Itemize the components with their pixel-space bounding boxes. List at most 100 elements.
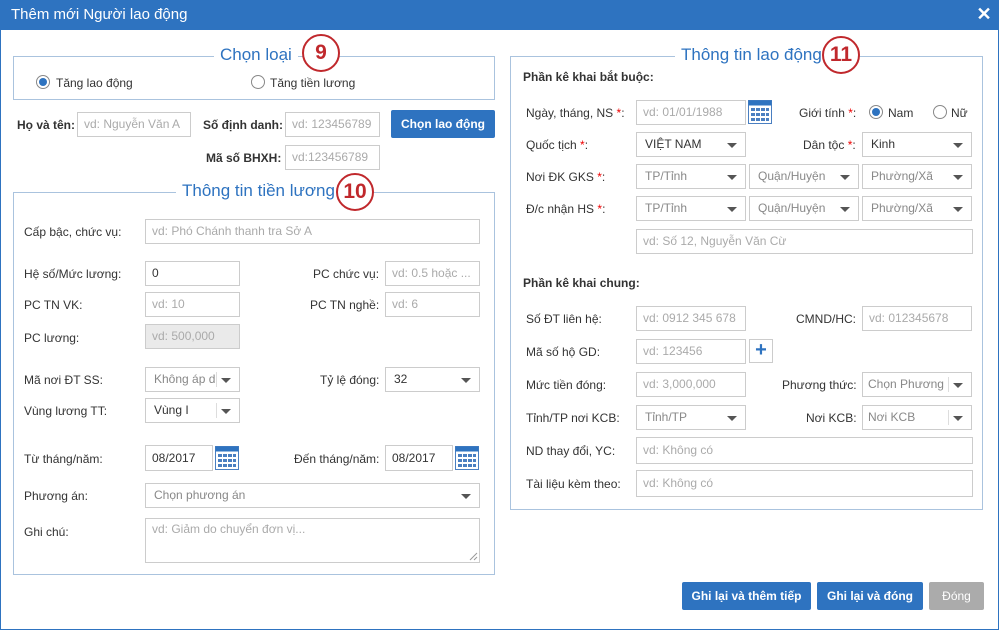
add-household-icon[interactable]: + [749,339,773,363]
pc-tn-nghe-label: PC TN nghề: [310,298,380,312]
dob-input[interactable]: vd: 01/01/1988 [636,100,746,125]
name-input[interactable]: vd: Nguyễn Văn A [77,112,191,137]
ma-noi-select[interactable]: Không áp d [145,367,240,392]
phone-input[interactable]: vd: 0912 345 678 [636,306,746,331]
docs-label: Tài liệu kèm theo: [526,477,621,491]
from-input[interactable]: 08/2017 [145,445,213,471]
gks-district-select[interactable]: Quận/Huyện [749,164,859,189]
radio-tang-lao-dong[interactable] [36,75,50,89]
pc-chuc-vu-input[interactable]: vd: 0.5 hoặc ... [385,261,480,286]
chevron-down-icon [461,494,471,499]
from-label: Từ tháng/năm: [24,452,103,466]
close-button[interactable]: Đóng [929,582,984,610]
gks-district-value: Quận/Huyện [758,169,826,183]
addr-ward-select[interactable]: Phường/Xã [862,196,972,221]
ethnic-select[interactable]: Kinh [862,132,972,157]
gks-label-text: Nơi ĐK GKS [526,170,594,184]
rate-value: 32 [394,372,408,386]
kcb-province-select[interactable]: Tỉnh/TP [636,405,746,430]
gks-ward-select[interactable]: Phường/Xã [862,164,972,189]
rank-label: Cấp bậc, chức vụ: [24,225,122,239]
rank-input[interactable]: vd: Phó Chánh thanh tra Sở A [145,219,480,244]
amount-input[interactable]: vd: 3,000,000 [636,372,746,397]
chevron-down-icon [953,416,963,421]
street-input[interactable]: vd: Số 12, Nguyễn Văn Cừ [636,229,973,254]
resize-handle-icon[interactable] [466,549,478,561]
radio-tang-tien-luong[interactable] [251,75,265,89]
method-value: Chọn Phương [868,377,944,391]
change-label: ND thay đổi, YC: [526,444,616,458]
kcb-value: Nơi KCB [868,410,916,424]
name-label: Họ và tên: [17,118,76,132]
rate-label: Tỷ lệ đóng: [320,373,380,387]
chevron-down-icon [221,378,231,383]
coef-label: Hệ số/Mức lương: [24,267,122,281]
mandatory-heading: Phần kê khai bắt buộc: [523,70,654,84]
note-textarea[interactable]: vd: Giảm do chuyển đơn vị... [145,518,480,563]
pc-tn-nghe-input[interactable]: vd: 6 [385,292,480,317]
kcb-select[interactable]: Nơi KCB [862,405,972,430]
save-and-next-button[interactable]: Ghi lại và thêm tiếp [682,582,811,610]
kcb-label: Nơi KCB: [806,411,857,425]
addr-district-select[interactable]: Quận/Huyện [749,196,859,221]
to-input[interactable]: 08/2017 [385,445,453,471]
gender-label-text: Giới tính [799,106,845,120]
method-select[interactable]: Chọn Phương [862,372,972,397]
bhxh-label: Mã số BHXH: [206,151,282,165]
chevron-down-icon [953,207,963,212]
id-input[interactable]: vd: 123456789 [285,112,380,137]
docs-input[interactable]: vd: Không có [636,470,973,497]
chevron-down-icon [953,175,963,180]
note-placeholder: vd: Giảm do chuyển đơn vị... [152,522,306,536]
choose-labor-button[interactable]: Chọn lao động [391,110,495,138]
save-and-close-button[interactable]: Ghi lại và đóng [817,582,923,610]
chevron-down-icon [953,383,963,388]
kcb-province-label: Tỉnh/TP nơi KCB: [526,411,620,425]
pc-tnvk-input[interactable]: vd: 10 [145,292,240,317]
callout-11: 11 [822,36,860,74]
bhxh-input[interactable]: vd:123456789 [285,145,380,170]
chevron-down-icon [727,175,737,180]
radio-tang-lao-dong-label: Tăng lao động [56,76,133,90]
household-input[interactable]: vd: 123456 [636,339,746,364]
chevron-down-icon [461,378,471,383]
addr-province-value: TP/Tỉnh [645,201,688,215]
gks-province-select[interactable]: TP/Tỉnh [636,164,746,189]
salary-legend: Thông tin tiền lương [176,181,341,201]
cmnd-label: CMND/HC: [796,312,856,326]
gks-label: Nơi ĐK GKS *: [526,170,606,184]
phone-label: Số ĐT liên hệ: [526,312,602,326]
change-input[interactable]: vd: Không có [636,437,973,464]
dob-label: Ngày, tháng, NS *: [526,106,625,120]
kcb-province-value: Tỉnh/TP [645,410,688,424]
plan-select[interactable]: Chọn phương án [145,483,480,508]
callout-10: 10 [336,173,374,211]
labor-legend: Thông tin lao động [675,45,828,65]
gks-province-value: TP/Tỉnh [645,169,688,183]
callout-9: 9 [302,34,340,72]
coef-input[interactable]: 0 [145,261,240,286]
nation-label: Quốc tịch *: [526,138,589,152]
calendar-icon[interactable] [748,100,772,124]
calendar-icon[interactable] [455,446,479,470]
note-label: Ghi chú: [24,525,69,539]
radio-female[interactable] [933,105,947,119]
addr-district-value: Quận/Huyện [758,201,826,215]
addr-province-select[interactable]: TP/Tỉnh [636,196,746,221]
close-icon[interactable]: ✕ [974,4,994,24]
ma-noi-label: Mã nơi ĐT SS: [24,373,104,387]
choose-type-legend: Chọn loại [214,45,298,65]
nation-select[interactable]: VIỆT NAM [636,132,746,157]
calendar-icon[interactable] [215,446,239,470]
plan-label: Phương án: [24,489,88,503]
ma-noi-value: Không áp d [154,372,216,386]
nation-label-text: Quốc tịch [526,138,577,152]
rate-select[interactable]: 32 [385,367,480,392]
chevron-down-icon [727,143,737,148]
radio-female-label: Nữ [951,106,968,120]
radio-male[interactable] [869,105,883,119]
ethnic-label: Dân tộc *: [803,138,856,152]
region-select[interactable]: Vùng I [145,398,240,423]
cmnd-input[interactable]: vd: 012345678 [862,306,972,331]
amount-label: Mức tiền đóng: [526,378,607,392]
